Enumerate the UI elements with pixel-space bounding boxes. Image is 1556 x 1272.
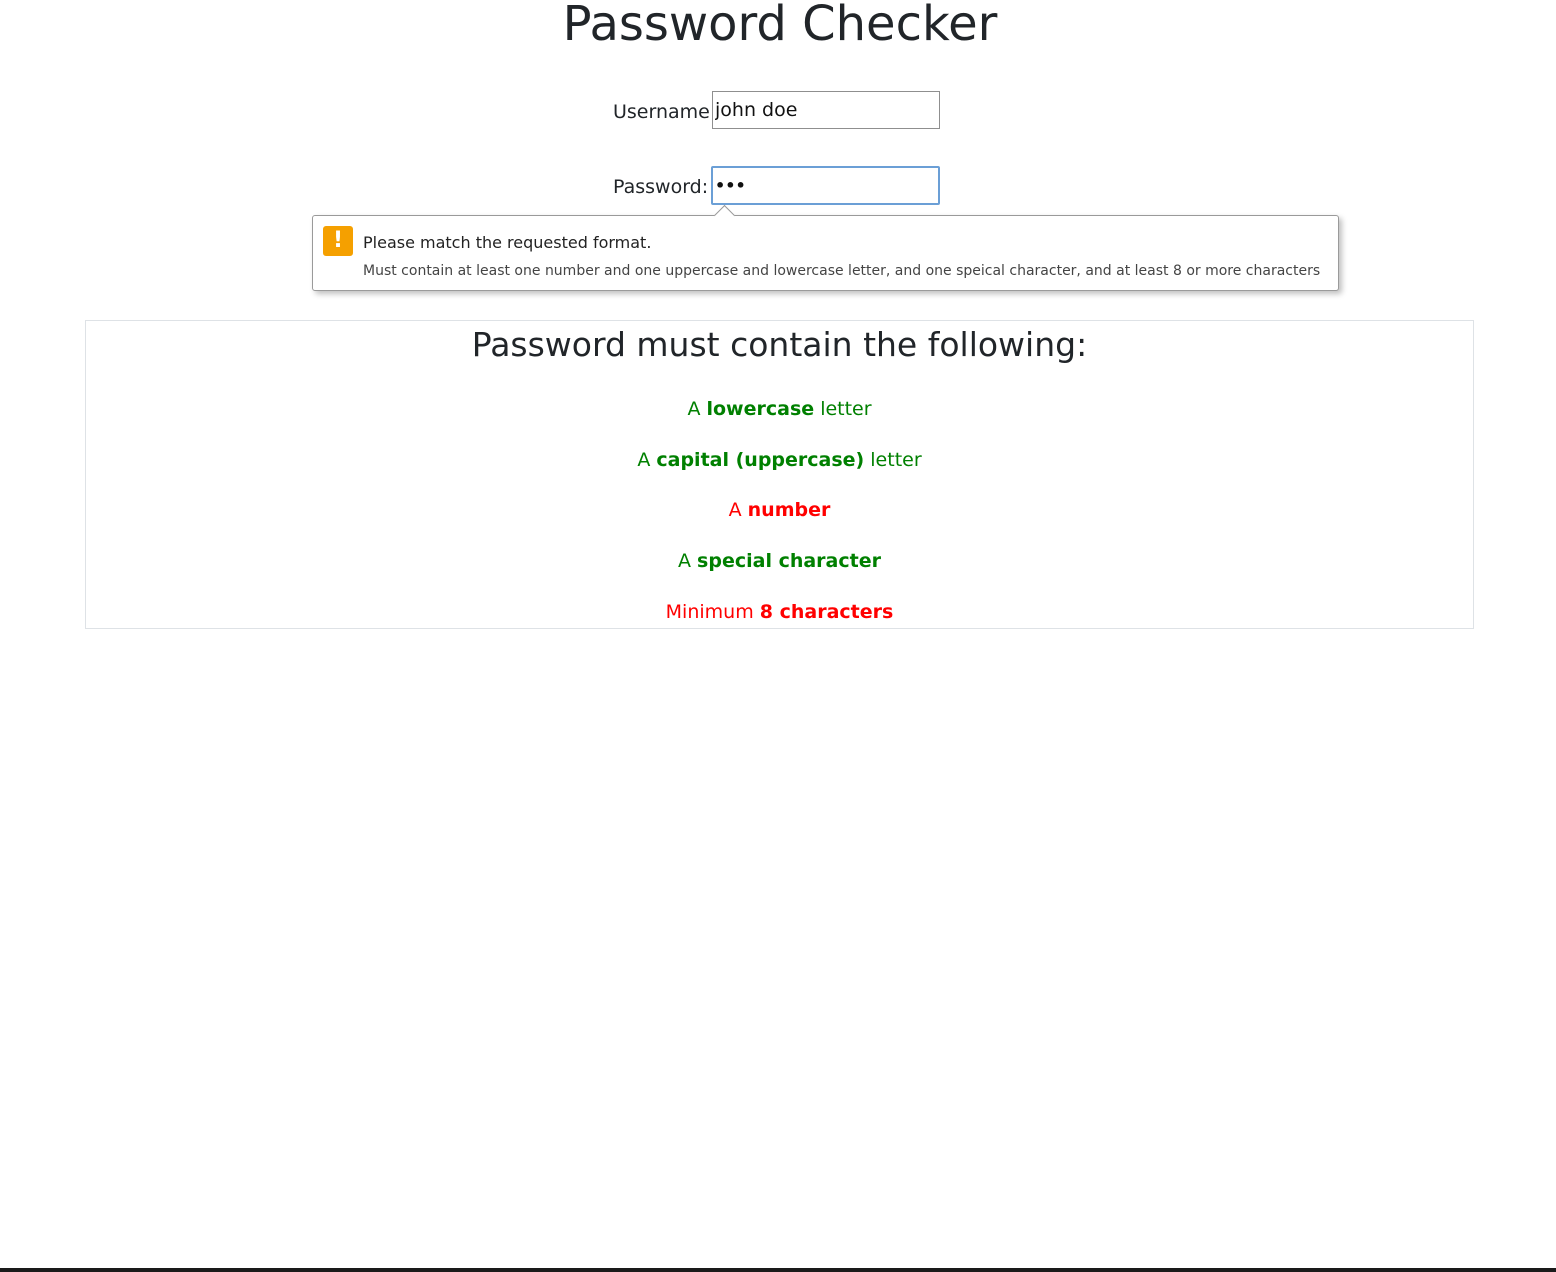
username-field[interactable] — [712, 91, 940, 129]
password-mask: ••• — [715, 176, 746, 195]
requirement-uppercase: A capital (uppercase) letter — [86, 447, 1473, 473]
requirement-length: Minimum 8 characters — [86, 599, 1473, 625]
requirement-keyword: lowercase — [706, 398, 815, 420]
requirement-keyword: capital (uppercase) — [656, 449, 865, 471]
requirement-number: A number — [86, 497, 1473, 523]
requirement-prefix: A — [637, 449, 651, 471]
requirement-keyword: 8 characters — [759, 601, 894, 623]
requirement-keyword: number — [747, 499, 831, 521]
tooltip-arrow — [713, 204, 736, 227]
requirements-heading: Password must contain the following: — [471, 325, 1088, 364]
warning-icon: ! — [323, 226, 353, 256]
validation-tooltip: ! Please match the requested format. Mus… — [312, 204, 1339, 291]
requirement-prefix: A — [678, 550, 691, 572]
page-title: Password Checker — [562, 0, 998, 52]
requirement-suffix: letter — [870, 449, 922, 471]
tooltip-title: Please match the requested format. — [363, 233, 652, 252]
requirement-prefix: A — [728, 499, 742, 521]
requirement-special-character: A special character — [86, 548, 1473, 574]
page: Password Checker Username: Password: •••… — [0, 0, 1556, 1272]
requirement-keyword: special character — [697, 550, 881, 572]
password-field[interactable]: ••• — [711, 166, 940, 205]
requirement-prefix: A — [687, 398, 701, 420]
tooltip-detail: Must contain at least one number and one… — [363, 263, 1321, 279]
requirement-prefix: Minimum — [665, 601, 754, 623]
requirements-panel: Password must contain the following: A l… — [85, 320, 1474, 629]
requirement-suffix: letter — [820, 398, 872, 420]
username-label: Username: — [613, 101, 717, 123]
bottom-edge-bar — [0, 1268, 1556, 1272]
requirement-lowercase: A lowercase letter — [86, 396, 1473, 422]
password-label: Password: — [613, 176, 709, 198]
